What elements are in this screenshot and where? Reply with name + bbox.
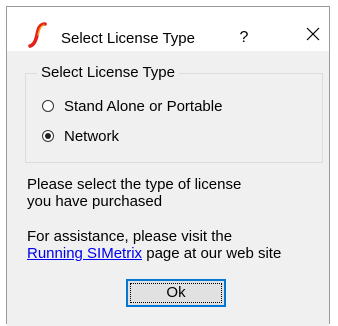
title-bar[interactable]: Select License Type ? xyxy=(7,7,329,51)
assistance-line: For assistance, please visit the xyxy=(27,228,233,245)
radio-button[interactable] xyxy=(42,100,54,112)
radio-network[interactable]: Network xyxy=(42,126,119,146)
assistance-suffix: page at our web site xyxy=(142,245,282,262)
license-dialog: Select License Type ? Select License Typ… xyxy=(0,0,338,326)
dialog-title: Select License Type xyxy=(61,30,195,47)
radio-stand-alone[interactable]: Stand Alone or Portable xyxy=(42,96,222,116)
help-button[interactable]: ? xyxy=(234,27,254,49)
instruction-line-2: you have purchased xyxy=(27,193,163,210)
groupbox-legend: Select License Type xyxy=(37,64,179,81)
focus-rect xyxy=(130,283,222,303)
instruction-line-1: Please select the type of license xyxy=(27,176,242,193)
radio-label[interactable]: Network xyxy=(64,128,119,145)
radio-label[interactable]: Stand Alone or Portable xyxy=(64,98,222,115)
assistance-link-line: Running SIMetrix page at our web site xyxy=(27,245,281,262)
close-button[interactable] xyxy=(301,25,325,49)
close-icon xyxy=(306,27,320,41)
license-type-groupbox xyxy=(25,73,323,163)
simetrix-logo-icon xyxy=(27,22,49,48)
running-simetrix-link[interactable]: Running SIMetrix xyxy=(27,245,142,262)
ok-button[interactable]: Ok xyxy=(126,279,226,307)
radio-button-selected[interactable] xyxy=(42,130,54,142)
